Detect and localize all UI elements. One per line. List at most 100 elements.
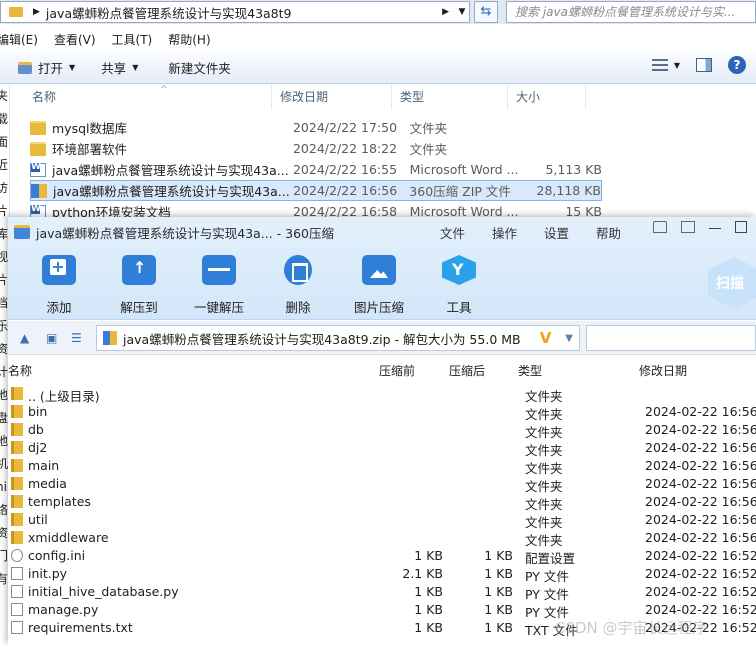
menu-help[interactable]: 帮助(H) [168, 30, 219, 50]
zip-file-date: 2024-02-22 16:56 [645, 476, 756, 491]
trash-icon [284, 255, 312, 285]
folder-icon [9, 7, 23, 17]
zip-file-date: 2024-02-22 16:56 [645, 422, 756, 437]
zip-file-name: initial_hive_database.py [28, 584, 179, 599]
open-icon [18, 61, 32, 74]
zip-file-row[interactable]: templates 文件夹 2024-02-22 16:56 [8, 493, 756, 512]
zip-file-name: requirements.txt [28, 620, 133, 635]
nav-pane-item[interactable]: 面 [0, 131, 9, 154]
skin-icon[interactable] [653, 221, 667, 233]
list-view-icon[interactable]: ☰ [71, 331, 82, 345]
explorer-file-row[interactable]: mysql数据库 2024/2/22 17:50 文件夹 [30, 117, 602, 138]
chevron-down-icon[interactable]: ▼ [565, 333, 573, 344]
column-name[interactable]: 名称 ^ [10, 85, 272, 109]
chevron-right-icon[interactable]: ▶ [442, 7, 449, 17]
watermark: CSDN @宇宙长远程序 [555, 619, 708, 637]
column-type[interactable]: 类型 [392, 85, 508, 109]
delete-button[interactable]: 删除 [258, 255, 338, 316]
open-button[interactable]: 打开 ▼ [10, 56, 83, 80]
file-name: java螺蛳粉点餐管理系统设计与实现43a... [53, 184, 290, 199]
chevron-down-icon[interactable]: ▼ [455, 7, 469, 17]
zip-file-row[interactable]: util 文件夹 2024-02-22 16:56 [8, 511, 756, 530]
zip-file-row[interactable]: init.py 2.1 KB 1 KB PY 文件 2024-02-22 16:52 [8, 565, 756, 584]
file-size: 28,118 KB [536, 183, 601, 198]
nav-pane-item[interactable]: 载 [0, 108, 9, 131]
file-size: 5,113 KB [545, 162, 602, 177]
nav-pane-item[interactable]: 夹 [0, 85, 9, 108]
address-bar[interactable]: ▶ java螺蛳粉点餐管理系统设计与实现43a8t9 ▶ ▼ [0, 1, 470, 23]
zip-size-after: 1 KB [484, 620, 513, 635]
zip-file-row[interactable]: dj2 文件夹 2024-02-22 16:56 [8, 439, 756, 458]
zip-file-date: 2024-02-22 16:52 [645, 602, 756, 617]
zip-size-after: 1 KB [484, 584, 513, 599]
menu-edit[interactable]: 编辑(E) [0, 30, 47, 50]
zip-search-input[interactable] [586, 325, 756, 351]
add-button[interactable]: 添加 [19, 255, 99, 316]
zip-column-before[interactable]: 压缩前 [379, 362, 415, 379]
nav-pane-item[interactable]: 近访 [0, 154, 9, 200]
zip-menu-file[interactable]: 文件 [440, 223, 492, 242]
zip-column-date[interactable]: 修改日期 [639, 362, 687, 379]
zip-column-after[interactable]: 压缩后 [449, 362, 485, 379]
menu-view[interactable]: 查看(V) [54, 30, 105, 50]
zip-file-row[interactable]: xmiddleware 文件夹 2024-02-22 16:56 [8, 529, 756, 548]
vip-badge[interactable]: V [540, 329, 552, 347]
explorer-file-row[interactable]: 环境部署软件 2024/2/22 18:22 文件夹 [30, 138, 602, 159]
share-button[interactable]: 共享 ▼ [93, 56, 146, 80]
file-date: 2024/2/22 16:56 [293, 183, 398, 198]
minimize-icon[interactable] [709, 221, 721, 229]
zip-file-name: config.ini [28, 548, 86, 563]
delete-label: 删除 [285, 300, 311, 315]
zip-file-row[interactable]: initial_hive_database.py 1 KB 1 KB PY 文件 202… [8, 583, 756, 602]
preview-pane-icon[interactable] [696, 58, 712, 72]
file-name: 环境部署软件 [52, 142, 128, 157]
file-name: mysql数据库 [52, 121, 127, 136]
new-folder-button[interactable]: 新建文件夹 [160, 56, 239, 80]
zip-path-bar[interactable]: java螺蛳粉点餐管理系统设计与实现43a8t9.zip - 解包大小为 55.… [96, 325, 580, 351]
column-name-label: 名称 [32, 90, 57, 104]
help-icon[interactable]: ? [728, 56, 746, 74]
refresh-button[interactable]: ⇆ [474, 1, 498, 23]
maximize-icon[interactable] [735, 221, 747, 233]
zip-file-row[interactable]: main 文件夹 2024-02-22 16:56 [8, 457, 756, 476]
zip-file-row[interactable]: media 文件夹 2024-02-22 16:56 [8, 475, 756, 494]
zip-menu-settings[interactable]: 设置 [544, 223, 596, 242]
zip-column-name[interactable]: 名称 [8, 362, 32, 379]
menu-tools[interactable]: 工具(T) [112, 30, 162, 50]
column-date[interactable]: 修改日期 [272, 85, 392, 109]
up-arrow-icon[interactable]: ▲ [20, 331, 29, 345]
file-type: 文件夹 [409, 142, 448, 157]
zip-file-row[interactable]: .. (上级目录) 文件夹 [8, 385, 756, 404]
zip-icon [31, 183, 47, 198]
zip-menu-operation[interactable]: 操作 [492, 223, 544, 242]
zip-file-name: templates [28, 494, 91, 509]
search-input[interactable]: 搜索 java螺蛳粉点餐管理系统设计与实... [506, 1, 756, 23]
zip-menu-help[interactable]: 帮助 [596, 223, 648, 242]
column-size[interactable]: 大小 [508, 85, 586, 109]
one-click-extract-button[interactable]: 一键解压 [179, 255, 259, 316]
image-compress-button[interactable]: 图片压缩 [339, 255, 419, 316]
one-click-extract-icon [202, 255, 236, 285]
zip-size-before: 1 KB [414, 584, 443, 599]
window-controls [653, 221, 747, 233]
share-label: 共享 [101, 61, 127, 76]
message-icon[interactable] [681, 221, 695, 233]
zip-size-before: 2.1 KB [402, 566, 443, 581]
zip-file-row[interactable]: db 文件夹 2024-02-22 16:56 [8, 421, 756, 440]
explorer-file-row[interactable]: java螺蛳粉点餐管理系统设计与实现43a... 2024/2/22 16:56 3… [30, 180, 602, 201]
zip-file-row[interactable]: config.ini 1 KB 1 KB 配置设置 2024-02-22 16:52 [8, 547, 756, 566]
views-button[interactable]: ▼ [651, 59, 680, 71]
zip-column-type[interactable]: 类型 [518, 362, 542, 379]
extract-to-button[interactable]: 解压到 [99, 255, 179, 316]
tools-button[interactable]: 工具 [419, 255, 499, 316]
chevron-right-icon[interactable]: ▶ [33, 7, 40, 17]
zip-file-date: 2024-02-22 16:56 [645, 530, 756, 545]
detail-view-icon[interactable]: ▣ [46, 331, 57, 345]
explorer-column-headers: 名称 ^ 修改日期 类型 大小 [10, 85, 756, 109]
one-click-extract-label: 一键解压 [193, 300, 244, 315]
address-path[interactable]: java螺蛳粉点餐管理系统设计与实现43a8t9 [46, 3, 432, 22]
explorer-file-row[interactable]: java螺蛳粉点餐管理系统设计与实现43a...2024/2/22 16:55 M… [30, 159, 602, 180]
zip-file-row[interactable]: bin 文件夹 2024-02-22 16:56 [8, 403, 756, 422]
scan-button[interactable]: 扫描 [708, 257, 756, 309]
zip-size-after: 1 KB [484, 548, 513, 563]
